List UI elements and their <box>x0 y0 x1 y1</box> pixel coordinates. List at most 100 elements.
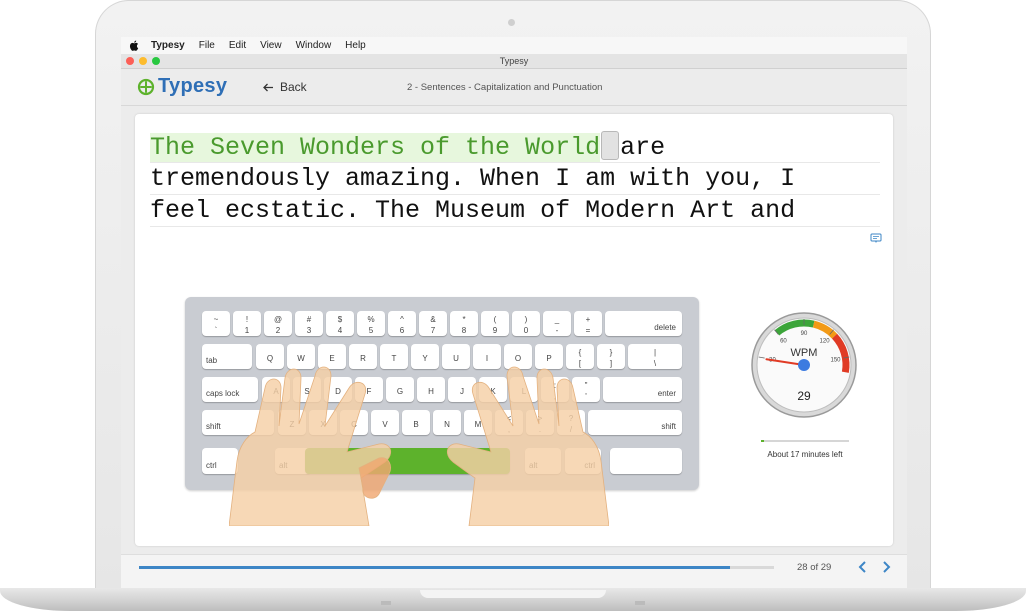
app-header: Typesy Back 2 - Sentences - Capitalizati… <box>121 69 907 106</box>
key-delete: delete <box>605 311 682 336</box>
key-n: N <box>433 410 461 435</box>
key-letter: X <box>320 420 326 429</box>
key-i: I <box>473 344 501 369</box>
key-label: alt <box>529 461 538 470</box>
key-letter: D <box>335 387 341 396</box>
typing-text-area[interactable]: The Seven Wonders of the World are tremen… <box>150 131 880 227</box>
key-semicolon: :; <box>541 377 569 402</box>
key-d: D <box>324 377 352 402</box>
key-5: % 5 <box>357 311 385 336</box>
zoom-window-button[interactable] <box>152 57 160 65</box>
key-g: G <box>386 377 414 402</box>
key-letter: G <box>396 387 404 396</box>
key-letter: S <box>304 387 310 396</box>
comment-icon[interactable] <box>870 233 882 245</box>
key-symbol: 2 <box>275 326 281 335</box>
key-letter: Y <box>422 354 428 363</box>
key-symbol: { <box>578 348 582 357</box>
key-7: & 7 <box>419 311 447 336</box>
key-symbol: 1 <box>244 326 250 335</box>
key-symbol: 4 <box>337 326 343 335</box>
key-symbol: ~ <box>213 315 219 324</box>
key-j: J <box>448 377 476 402</box>
key-x: X <box>309 410 337 435</box>
key-symbol: ? <box>568 414 574 423</box>
key-period: >. <box>526 410 554 435</box>
key-symbol: & <box>430 315 436 324</box>
key-symbol: \ <box>653 359 657 368</box>
key-q: Q <box>256 344 284 369</box>
key-symbol: ) <box>524 315 528 324</box>
key-symbol: [ <box>578 359 582 368</box>
key-label: tab <box>206 356 218 365</box>
key-letter: V <box>382 420 388 429</box>
time-left-text: About 17 minutes left <box>767 450 843 459</box>
key-t: T <box>380 344 408 369</box>
apple-icon[interactable] <box>129 40 139 51</box>
key-symbol: 5 <box>368 326 374 335</box>
key-letter: H <box>428 387 434 396</box>
key-label: shift <box>661 422 676 431</box>
back-button[interactable]: Back <box>263 80 307 94</box>
key-symbol: 7 <box>430 326 436 335</box>
key-quote: " ' <box>572 377 600 402</box>
key-shift-left: shift <box>202 410 274 435</box>
key-close-bracket: }] <box>597 344 625 369</box>
back-label: Back <box>280 80 307 94</box>
camera-dot <box>508 19 515 26</box>
key-l: L <box>510 377 538 402</box>
untyped-text-line-1: are <box>620 133 666 162</box>
key-symbol: @ <box>273 315 283 324</box>
menu-view[interactable]: View <box>260 40 282 51</box>
page-counter: 28 of 29 <box>797 562 832 573</box>
key-symbol: 3 <box>306 326 312 335</box>
key-blank <box>610 448 682 474</box>
key-symbol: 6 <box>399 326 405 335</box>
key-label: delete <box>654 323 676 332</box>
menu-window[interactable]: Window <box>296 40 332 51</box>
typesy-logo[interactable]: Typesy <box>137 75 227 98</box>
key-symbol: ] <box>609 359 613 368</box>
menu-help[interactable]: Help <box>345 40 366 51</box>
laptop-foot <box>381 601 391 605</box>
wpm-gauge: 306090120150 WPM 29 <box>751 312 857 418</box>
key-minus: _ - <box>543 311 571 336</box>
key-8: * 8 <box>450 311 478 336</box>
key-backslash: | \ <box>628 344 682 369</box>
key-2: @2 <box>264 311 292 336</box>
gauge-tick-label: 120 <box>820 338 831 344</box>
key-letter: U <box>453 354 459 363</box>
minimize-window-button[interactable] <box>139 57 147 65</box>
next-page-button[interactable] <box>879 559 893 575</box>
text-line-3: feel ecstatic. The Museum of Modern Art … <box>150 195 880 227</box>
key-a: A <box>262 377 290 402</box>
key-symbol: 9 <box>492 326 498 335</box>
key-u: U <box>442 344 470 369</box>
key-symbol: ; <box>553 392 557 401</box>
key-letter: N <box>444 420 450 429</box>
key-letter: I <box>485 354 489 363</box>
key-letter: Z <box>289 420 295 429</box>
close-window-button[interactable] <box>126 57 134 65</box>
key-symbol: + <box>585 315 591 324</box>
menu-app-name[interactable]: Typesy <box>151 40 185 51</box>
key-symbol: _ <box>554 315 560 324</box>
menu-edit[interactable]: Edit <box>229 40 246 51</box>
key-b: B <box>402 410 430 435</box>
key-symbol: % <box>367 315 375 324</box>
key-symbol: ^ <box>400 315 404 324</box>
key-ctrl-right: ctrl <box>565 448 601 474</box>
key-w: W <box>287 344 315 369</box>
exercise-card: The Seven Wonders of the World are tremen… <box>135 114 893 546</box>
menu-file[interactable]: File <box>199 40 215 51</box>
key-symbol: ' <box>585 392 587 401</box>
key-caps-lock: caps lock <box>202 377 258 402</box>
text-line-2: tremendously amazing. When I am with you… <box>150 163 880 195</box>
key-label: enter <box>657 389 676 398</box>
prev-page-button[interactable] <box>856 559 870 575</box>
key-k: K <box>479 377 507 402</box>
key-backtick: ~ ` <box>202 311 230 336</box>
key-y: Y <box>411 344 439 369</box>
laptop-base-notch <box>420 590 606 598</box>
key-symbol: . <box>538 425 542 434</box>
